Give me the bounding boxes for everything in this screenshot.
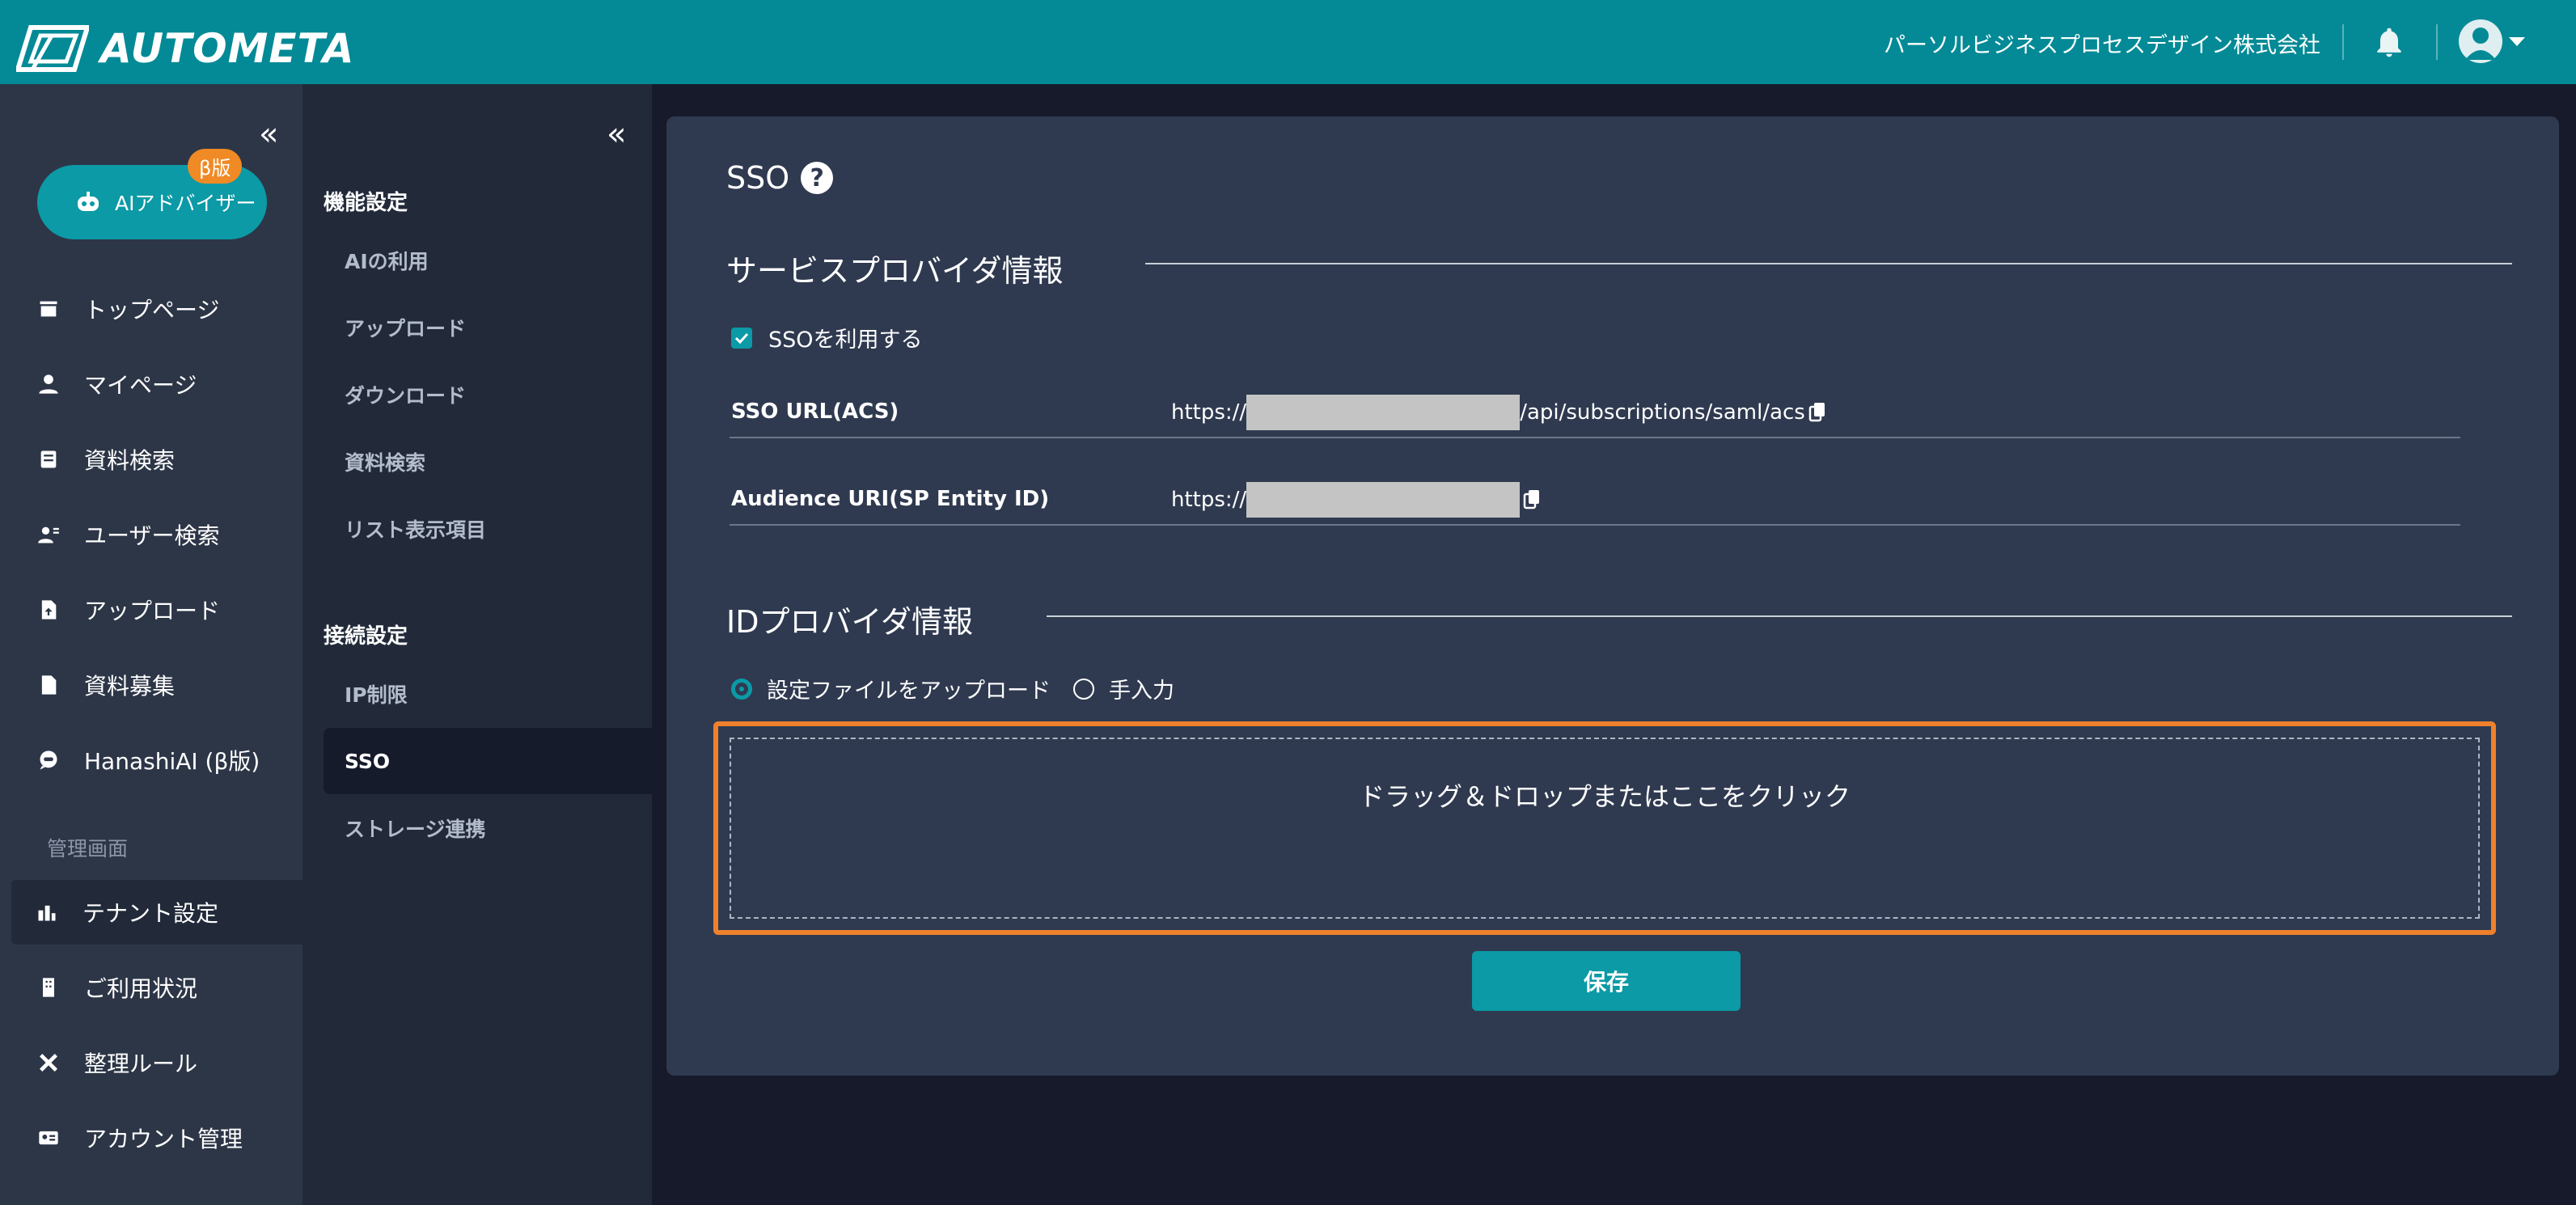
sp-section-title: サービスプロバイダ情報 bbox=[726, 253, 1064, 289]
sub-item-document-search[interactable]: 資料検索 bbox=[324, 429, 652, 495]
chat-icon bbox=[40, 750, 57, 770]
person-icon bbox=[39, 374, 58, 394]
nav-label: トップページ bbox=[84, 297, 220, 323]
sso-url-label: SSO URL(ACS) bbox=[731, 400, 899, 424]
use-sso-checkbox-row[interactable]: SSOを利用する bbox=[731, 322, 923, 353]
building-icon bbox=[43, 978, 54, 997]
header-divider bbox=[2436, 24, 2438, 60]
page-title: SSO ? bbox=[726, 160, 834, 196]
app-name: AUTOMETA bbox=[100, 25, 355, 72]
radio-upload-file[interactable] bbox=[731, 678, 752, 700]
page-title-text: SSO bbox=[726, 160, 790, 196]
robot-icon bbox=[78, 192, 99, 211]
nav-document-search[interactable]: 資料検索 bbox=[0, 427, 302, 492]
store-icon bbox=[40, 301, 57, 317]
nav-my-page[interactable]: マイページ bbox=[0, 352, 302, 416]
nav-label: アップロード bbox=[84, 598, 221, 624]
nav-organize-rules[interactable]: 整理ルール bbox=[0, 1030, 302, 1095]
app-root: AUTOMETA パーソルビジネスプロセスデザイン株式会社 « AIアドバイザー… bbox=[0, 0, 2576, 1205]
nav-label: テナント設定 bbox=[82, 900, 219, 927]
sub-item-download[interactable]: ダウンロード bbox=[324, 362, 652, 428]
radio-manual-input[interactable] bbox=[1073, 678, 1094, 700]
nav-usage-status[interactable]: ご利用状況 bbox=[0, 955, 302, 1020]
company-name: パーソルビジネスプロセスデザイン株式会社 bbox=[1884, 33, 2320, 58]
collapse-subsidebar-icon[interactable]: « bbox=[607, 118, 626, 150]
nav-label: ご利用状況 bbox=[84, 975, 198, 1002]
user-menu[interactable] bbox=[2459, 19, 2525, 63]
nav-label: HanashiAI (β版) bbox=[84, 748, 260, 775]
sso-url-prefix: https:// bbox=[1171, 400, 1247, 425]
radio-upload-file-label: 設定ファイルをアップロード bbox=[767, 679, 1051, 704]
nav-label: 整理ルール bbox=[84, 1051, 198, 1077]
nav-label: アカウント管理 bbox=[84, 1126, 243, 1152]
sso-url-value: https:// /api/subscriptions/saml/acs bbox=[1171, 395, 1826, 430]
audience-uri-row: Audience URI(SP Entity ID) https:// bbox=[730, 482, 2460, 526]
chevron-down-icon bbox=[2509, 36, 2525, 46]
top-header: AUTOMETA パーソルビジネスプロセスデザイン株式会社 bbox=[0, 0, 2576, 84]
tools-icon bbox=[40, 1054, 57, 1072]
use-sso-checkbox[interactable] bbox=[731, 327, 752, 349]
sub-item-upload[interactable]: アップロード bbox=[324, 294, 652, 361]
check-icon bbox=[734, 332, 749, 344]
logo[interactable]: AUTOMETA bbox=[16, 23, 355, 74]
function-settings-heading: 機能設定 bbox=[324, 191, 408, 215]
idp-input-method: 設定ファイルをアップロード 手入力 bbox=[731, 673, 1174, 704]
idp-section-title: IDプロバイダ情報 bbox=[726, 604, 973, 640]
sub-item-ai-usage[interactable]: AIの利用 bbox=[324, 227, 652, 294]
nav-document-request[interactable]: 資料募集 bbox=[0, 653, 302, 717]
use-sso-label: SSOを利用する bbox=[768, 328, 923, 353]
dropzone-text: ドラッグ＆ドロップまたはここをクリック bbox=[1358, 781, 1851, 812]
nav-label: 資料募集 bbox=[84, 673, 176, 700]
nav-account-management[interactable]: アカウント管理 bbox=[0, 1106, 302, 1170]
nav-user-search[interactable]: ユーザー検索 bbox=[0, 502, 302, 567]
sub-item-sso[interactable]: SSO bbox=[324, 728, 652, 794]
help-icon[interactable]: ? bbox=[801, 162, 834, 194]
ai-advisor-label: AIアドバイザー bbox=[115, 192, 256, 215]
file-upload-icon bbox=[41, 600, 57, 619]
nav-label: ユーザー検索 bbox=[84, 522, 220, 549]
idp-section-divider bbox=[1047, 615, 2512, 617]
document-search-icon bbox=[40, 450, 57, 468]
header-divider bbox=[2342, 24, 2344, 60]
nav-label: 資料検索 bbox=[84, 447, 176, 474]
sso-settings-card: SSO ? サービスプロバイダ情報 SSOを利用する SSO URL(ACS) … bbox=[666, 116, 2559, 1076]
file-icon bbox=[41, 675, 57, 695]
admin-section-label: 管理画面 bbox=[47, 837, 129, 860]
file-dropzone[interactable]: ドラッグ＆ドロップまたはここをクリック bbox=[730, 738, 2480, 919]
save-button[interactable]: 保存 bbox=[1472, 951, 1741, 1011]
sub-item-ip-restriction[interactable]: IP制限 bbox=[324, 661, 652, 727]
audience-uri-prefix: https:// bbox=[1171, 488, 1247, 512]
sso-url-row: SSO URL(ACS) https:// /api/subscriptions… bbox=[730, 395, 2460, 438]
radio-manual-input-label: 手入力 bbox=[1109, 679, 1174, 704]
settings-subsidebar: « 機能設定 AIの利用 アップロード ダウンロード 資料検索 リスト表示項目 … bbox=[302, 84, 652, 1205]
redacted-domain bbox=[1246, 482, 1521, 518]
autometa-logo-icon bbox=[16, 25, 89, 72]
copy-icon[interactable] bbox=[1523, 489, 1541, 510]
copy-icon[interactable] bbox=[1808, 402, 1826, 423]
dropzone-highlight: ドラッグ＆ドロップまたはここをクリック bbox=[713, 721, 2496, 935]
sub-item-list-display[interactable]: リスト表示項目 bbox=[324, 496, 652, 562]
id-card-icon bbox=[39, 1131, 58, 1145]
audience-uri-label: Audience URI(SP Entity ID) bbox=[731, 487, 1050, 511]
sub-item-storage-integration[interactable]: ストレージ連携 bbox=[324, 795, 652, 861]
bell-icon[interactable] bbox=[2371, 24, 2407, 60]
nav-upload[interactable]: アップロード bbox=[0, 577, 302, 642]
tenant-icon bbox=[38, 905, 56, 921]
user-avatar-icon bbox=[2459, 19, 2502, 63]
user-search-icon bbox=[38, 526, 59, 543]
sp-section-divider bbox=[1145, 263, 2512, 264]
nav-top-page[interactable]: トップページ bbox=[0, 277, 302, 341]
beta-badge: β版 bbox=[188, 149, 243, 184]
nav-label: マイページ bbox=[84, 372, 197, 399]
collapse-sidebar-icon[interactable]: « bbox=[259, 118, 278, 150]
sso-url-suffix: /api/subscriptions/saml/acs bbox=[1520, 400, 1805, 425]
redacted-domain bbox=[1246, 395, 1521, 430]
nav-tenant-settings[interactable]: テナント設定 bbox=[11, 880, 302, 945]
audience-uri-value: https:// bbox=[1171, 482, 1541, 518]
nav-hanashi-ai[interactable]: HanashiAI (β版) bbox=[0, 728, 302, 793]
main-sidebar: « AIアドバイザー β版 トップページ マイページ 資料検索 ユーザー検索 ア… bbox=[0, 84, 302, 1205]
connection-settings-heading: 接続設定 bbox=[324, 624, 408, 649]
